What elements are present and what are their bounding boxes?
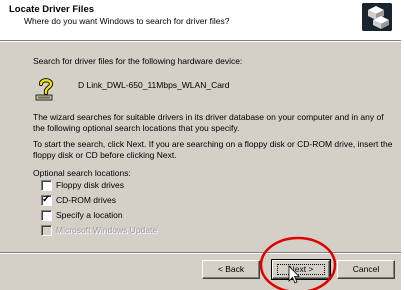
cancel-button[interactable]: Cancel: [337, 260, 395, 279]
floppy-label[interactable]: Floppy disk drives: [56, 180, 124, 190]
wizard-header: Locate Driver Files Where do you want Wi…: [0, 0, 401, 40]
device-name: D Link_DWL-650_11Mbps_WLAN_Card: [78, 80, 230, 90]
specify-location-checkbox[interactable]: [41, 210, 52, 221]
focus-rectangle: [277, 264, 325, 275]
cd-rom-label[interactable]: CD-ROM drives: [56, 195, 116, 205]
driver-wizard-dialog: Locate Driver Files Where do you want Wi…: [0, 0, 401, 290]
wizard-title: Locate Driver Files: [9, 4, 95, 15]
optional-locations-label: Optional search locations:: [33, 168, 131, 178]
unknown-device-question-icon: [33, 76, 59, 102]
hardware-wizard-icon: [362, 3, 392, 31]
cd-rom-checkbox[interactable]: ✓: [41, 194, 52, 206]
floppy-checkbox[interactable]: [41, 180, 52, 191]
windows-update-label: Microsoft Windows Update: [56, 225, 158, 235]
wizard-subtitle: Where do you want Windows to search for …: [24, 16, 230, 26]
footer-divider: [0, 252, 401, 254]
checkmark-icon: ✓: [42, 194, 51, 205]
search-description: The wizard searches for suitable drivers…: [33, 112, 384, 133]
start-search-instructions: To start the search, click Next. If you …: [33, 139, 393, 160]
specify-location-label[interactable]: Specify a location: [56, 210, 123, 220]
back-button[interactable]: < Back: [202, 260, 260, 279]
intro-text: Search for driver files for the followin…: [33, 56, 243, 66]
header-divider: [0, 40, 401, 42]
windows-update-checkbox: [41, 225, 52, 236]
next-button[interactable]: Next >: [271, 259, 331, 280]
